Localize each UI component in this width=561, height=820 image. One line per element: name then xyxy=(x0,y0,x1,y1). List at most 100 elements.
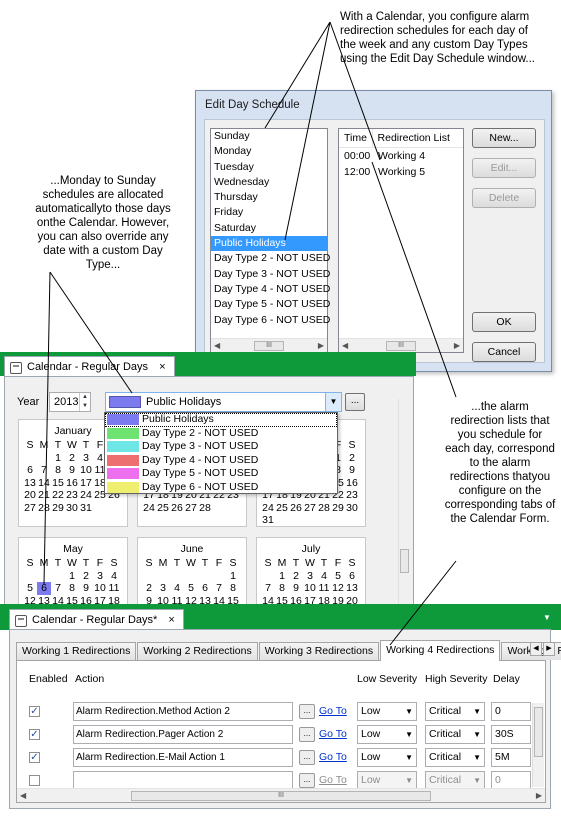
day-type-option[interactable]: Public Holidays xyxy=(105,413,337,427)
form-document-tab[interactable]: Calendar - Regular Days* × xyxy=(9,609,184,630)
go-to-link[interactable]: Go To xyxy=(319,728,347,740)
calendar-date[interactable]: 1 xyxy=(51,452,65,465)
day-list-scrollbar[interactable]: ◀ III ▶ xyxy=(211,338,327,352)
day-list-item[interactable]: Wednesday xyxy=(211,175,327,190)
calendar-date[interactable]: 4 xyxy=(170,582,184,595)
calendar-date[interactable]: 7 xyxy=(37,464,51,477)
calendar-date[interactable]: 5 xyxy=(184,582,198,595)
calendar-date[interactable]: 24 xyxy=(261,502,275,515)
day-list-item[interactable]: Friday xyxy=(211,205,327,220)
day-list[interactable]: Sunday Monday Tuesday Wednesday Thursday Frid… xyxy=(210,128,330,353)
calendar-date[interactable]: 12 xyxy=(331,582,345,595)
calendar-date[interactable]: 3 xyxy=(156,582,170,595)
chevron-down-icon[interactable]: ▼ xyxy=(543,613,551,622)
calendar-date[interactable]: 4 xyxy=(317,570,331,583)
edit-button[interactable]: Edit... xyxy=(472,158,536,178)
chevron-down-icon[interactable]: ▼ xyxy=(405,749,413,766)
day-type-browse-button[interactable]: ... xyxy=(345,393,365,411)
year-stepper[interactable]: 2013 ▲ ▼ xyxy=(49,392,91,412)
calendar-date[interactable]: 28 xyxy=(317,502,331,515)
calendar-date[interactable]: 2 xyxy=(289,570,303,583)
calendar-date[interactable]: 10 xyxy=(79,464,93,477)
calendar-date[interactable]: 1 xyxy=(275,570,289,583)
action-field[interactable]: Alarm Redirection.E-Mail Action 1 xyxy=(73,748,293,767)
tab-redirections[interactable]: Working 1 Redirections xyxy=(16,642,137,660)
calendar-date[interactable]: 16 xyxy=(345,477,359,490)
calendar-date[interactable]: 15 xyxy=(51,477,65,490)
calendar-date[interactable]: 26 xyxy=(289,502,303,515)
calendar-date[interactable]: 23 xyxy=(65,489,79,502)
calendar-date[interactable]: 5 xyxy=(23,582,37,595)
scroll-thumb[interactable] xyxy=(534,707,543,757)
tab-scroll-left-icon[interactable]: ◀ xyxy=(530,642,542,656)
calendar-date[interactable]: 3 xyxy=(93,570,107,583)
enabled-checkbox[interactable]: ✓ xyxy=(29,706,40,717)
calendar-date[interactable]: 9 xyxy=(289,582,303,595)
delay-field[interactable]: 30S xyxy=(491,725,531,744)
calendar-date[interactable]: 1 xyxy=(226,570,240,583)
scroll-thumb[interactable]: III xyxy=(131,790,431,801)
tab-redirections[interactable]: Working 2 Redirections xyxy=(137,642,258,660)
high-severity-select[interactable]: Critical ▼ xyxy=(425,725,485,744)
calendar-date[interactable]: 30 xyxy=(345,502,359,515)
calendar-date[interactable]: 10 xyxy=(93,582,107,595)
calendar-date[interactable]: 10 xyxy=(303,582,317,595)
close-icon[interactable]: × xyxy=(168,614,174,626)
schedule-row[interactable]: 12:00 Working 5 xyxy=(339,164,463,180)
calendar-date[interactable]: 30 xyxy=(65,502,79,515)
delay-field[interactable]: 5M xyxy=(491,748,531,767)
calendar-date[interactable]: 11 xyxy=(317,582,331,595)
day-type-option[interactable]: Day Type 4 - NOT USED xyxy=(105,454,337,468)
day-type-combo[interactable]: Public Holidays ▼ xyxy=(105,392,342,412)
calendar-date[interactable]: 7 xyxy=(212,582,226,595)
chevron-down-icon[interactable]: ▼ xyxy=(325,393,341,411)
day-type-option[interactable]: Day Type 2 - NOT USED xyxy=(105,427,337,441)
calendar-date[interactable]: 24 xyxy=(79,489,93,502)
day-list-item[interactable]: Thursday xyxy=(211,190,327,205)
scroll-left-icon[interactable]: ◀ xyxy=(214,341,220,350)
calendar-date[interactable]: 31 xyxy=(79,502,93,515)
low-severity-select[interactable]: Low ▼ xyxy=(357,725,417,744)
calendar-date[interactable]: 2 xyxy=(345,452,359,465)
scroll-right-icon[interactable]: ▶ xyxy=(454,341,460,350)
schedule-row[interactable]: 00:00 Working 4 xyxy=(339,148,463,164)
scroll-thumb[interactable] xyxy=(400,549,409,573)
action-field[interactable]: Alarm Redirection.Pager Action 2 xyxy=(73,725,293,744)
chevron-down-icon[interactable]: ▼ xyxy=(473,726,481,743)
day-list-item[interactable]: Monday xyxy=(211,144,327,159)
day-list-item[interactable]: Sunday xyxy=(211,129,327,144)
day-list-item[interactable]: Tuesday xyxy=(211,160,327,175)
calendar-date[interactable]: 11 xyxy=(107,582,121,595)
time-column-header[interactable]: Time xyxy=(339,129,373,147)
calendar-date[interactable]: 4 xyxy=(107,570,121,583)
calendar-date[interactable]: 9 xyxy=(65,464,79,477)
day-type-dropdown[interactable]: Public Holidays Day Type 2 - NOT USED Day … xyxy=(104,412,338,494)
go-to-link[interactable]: Go To xyxy=(319,774,347,786)
ok-button[interactable]: OK xyxy=(472,312,536,332)
calendar-date[interactable]: 29 xyxy=(51,502,65,515)
calendar-date[interactable]: 29 xyxy=(331,502,345,515)
calendar-date[interactable]: 13 xyxy=(345,582,359,595)
calendar-date[interactable]: 3 xyxy=(303,570,317,583)
day-list-item[interactable]: Day Type 2 - NOT USED xyxy=(211,251,330,266)
calendar-date[interactable]: 25 xyxy=(156,502,170,515)
calendar-date[interactable]: 2 xyxy=(142,582,156,595)
calendar-date[interactable]: 8 xyxy=(226,582,240,595)
day-list-item[interactable]: Saturday xyxy=(211,221,327,236)
go-to-link[interactable]: Go To xyxy=(319,751,347,763)
calendar-date[interactable]: 13 xyxy=(23,477,37,490)
form-horizontal-scrollbar[interactable]: ◀ III ▶ xyxy=(17,788,545,802)
calendar-date[interactable]: 14 xyxy=(37,477,51,490)
chevron-down-icon[interactable]: ▼ xyxy=(405,703,413,720)
calendar-date[interactable]: 25 xyxy=(275,502,289,515)
calendar-date[interactable]: 6 xyxy=(345,570,359,583)
enabled-checkbox[interactable] xyxy=(29,775,40,786)
calendar-date[interactable]: 3 xyxy=(79,452,93,465)
day-list-item[interactable]: Day Type 6 - NOT USED xyxy=(211,313,330,328)
form-vertical-scrollbar[interactable] xyxy=(532,703,544,787)
day-list-item[interactable]: Public Holidays xyxy=(211,236,327,252)
calendar-date[interactable]: 7 xyxy=(51,582,65,595)
new-button[interactable]: New... xyxy=(472,128,536,148)
cancel-button[interactable]: Cancel xyxy=(472,342,536,362)
calendar-document-tab[interactable]: Calendar - Regular Days × xyxy=(4,356,175,378)
